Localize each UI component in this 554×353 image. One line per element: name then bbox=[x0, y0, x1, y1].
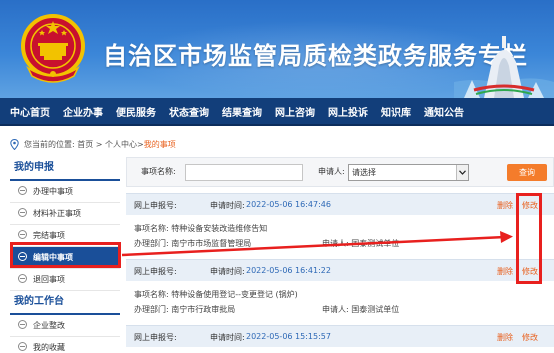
minus-circle-icon bbox=[18, 186, 27, 195]
query-button[interactable]: 查询 bbox=[507, 164, 547, 181]
minus-circle-icon bbox=[18, 252, 27, 261]
filter-bar: 事项名称: 申请人: 请选择 查询 bbox=[126, 157, 554, 187]
applicant-label: 申请人: bbox=[318, 167, 345, 176]
sidebar-item-label: 我的收藏 bbox=[33, 343, 65, 352]
declaration-number-label: 网上申报号: bbox=[134, 333, 177, 342]
nav-enterprise[interactable]: 企业办事 bbox=[63, 104, 103, 119]
edit-link[interactable]: 修改 bbox=[522, 266, 538, 277]
edit-link[interactable]: 修改 bbox=[522, 332, 538, 343]
breadcrumb-path: 您当前的位置: 首页 > 个人中心> bbox=[24, 139, 144, 149]
handling-department: 办理部门: 南宁市行政审批局 bbox=[134, 305, 236, 314]
nav-status-query[interactable]: 状态查询 bbox=[169, 104, 209, 119]
sidebar-item-returned[interactable]: 退回事项 bbox=[10, 269, 120, 291]
sidebar-item-label: 材料补正事项 bbox=[33, 209, 81, 218]
sidebar-item-completed[interactable]: 完结事项 bbox=[10, 225, 120, 247]
sidebar: 我的申报 办理中事项 材料补正事项 完结事项 编辑中事项 退回事项 我的工作台 … bbox=[10, 157, 120, 353]
delete-link[interactable]: 删除 bbox=[497, 266, 513, 277]
sidebar-item-label: 完结事项 bbox=[33, 231, 65, 240]
nav-announcements[interactable]: 通知公告 bbox=[424, 104, 464, 119]
sidebar-item-in-progress[interactable]: 办理中事项 bbox=[10, 181, 120, 203]
nav-online-complaint[interactable]: 网上投诉 bbox=[328, 104, 368, 119]
apply-time-label: 申请时间: bbox=[210, 201, 245, 210]
nav-online-consult[interactable]: 网上咨询 bbox=[275, 104, 315, 119]
sidebar-item-supplement[interactable]: 材料补正事项 bbox=[10, 203, 120, 225]
minus-circle-icon bbox=[18, 342, 27, 351]
applicant: 申请人: 国泰测试单位 bbox=[322, 239, 400, 248]
sidebar-item-favorites[interactable]: 我的收藏 bbox=[10, 337, 120, 353]
sidebar-item-editing[interactable]: 编辑中事项 bbox=[10, 247, 120, 269]
city-skyline-icon bbox=[454, 36, 554, 98]
item-name: 事项名称: 特种设备安装改造维修告知 bbox=[134, 224, 268, 233]
location-pin-icon bbox=[10, 138, 19, 150]
sidebar-item-label: 办理中事项 bbox=[33, 187, 73, 196]
sidebar-title-my-declarations: 我的申报 bbox=[10, 157, 120, 181]
record-body: 事项名称: 特种设备使用登记--变更登记 (锅炉) 办理部门: 南宁市行政审批局… bbox=[126, 281, 554, 325]
apply-time-value: 2022-05-06 16:47:46 bbox=[246, 200, 331, 209]
sidebar-item-label: 企业整改 bbox=[33, 321, 65, 330]
item-name-input[interactable] bbox=[185, 164, 303, 181]
sidebar-item-label: 退回事项 bbox=[33, 275, 65, 284]
national-emblem-icon bbox=[21, 14, 85, 83]
apply-time-label: 申请时间: bbox=[210, 267, 245, 276]
nav-public-services[interactable]: 便民服务 bbox=[116, 104, 156, 119]
delete-link[interactable]: 删除 bbox=[497, 332, 513, 343]
main-nav: 中心首页 企业办事 便民服务 状态查询 结果查询 网上咨询 网上投诉 知识库 通… bbox=[0, 98, 554, 126]
record-body: 事项名称: 特种设备安装改造维修告知 办理部门: 南宁市市场监督管理局 申请人:… bbox=[126, 215, 554, 259]
sidebar-title-workbench: 我的工作台 bbox=[10, 291, 120, 315]
applicant-select-value: 请选择 bbox=[352, 168, 376, 177]
minus-circle-icon bbox=[18, 274, 27, 283]
item-name-label: 事项名称: bbox=[141, 167, 176, 176]
breadcrumb: 您当前的位置: 首页 > 个人中心> 我的事项 bbox=[10, 137, 176, 151]
declaration-number-label: 网上申报号: bbox=[134, 267, 177, 276]
record-card: 网上申报号: 申请时间: 2022-05-06 16:47:46 删除 修改 事… bbox=[126, 193, 554, 259]
record-header: 网上申报号: 申请时间: 2022-05-06 15:15:57 删除 修改 bbox=[126, 325, 554, 347]
minus-circle-icon bbox=[18, 320, 27, 329]
sidebar-item-label: 编辑中事项 bbox=[33, 253, 73, 262]
main-content: 事项名称: 申请人: 请选择 查询 网上申报号: 申请时间: 2022-05-0… bbox=[126, 157, 554, 353]
record-header: 网上申报号: 申请时间: 2022-05-06 16:41:22 删除 修改 bbox=[126, 259, 554, 281]
record-card: 网上申报号: 申请时间: 2022-05-06 15:15:57 删除 修改 bbox=[126, 325, 554, 347]
applicant-select[interactable]: 请选择 bbox=[348, 164, 469, 181]
nav-knowledge-base[interactable]: 知识库 bbox=[381, 104, 411, 119]
header-banner: 自治区市场监管局质检类政务服务专栏 bbox=[0, 0, 554, 98]
edit-link[interactable]: 修改 bbox=[522, 200, 538, 211]
declaration-number-label: 网上申报号: bbox=[134, 201, 177, 210]
apply-time-value: 2022-05-06 16:41:22 bbox=[246, 266, 331, 275]
nav-result-query[interactable]: 结果查询 bbox=[222, 104, 262, 119]
applicant: 申请人: 国泰测试单位 bbox=[322, 305, 400, 314]
delete-link[interactable]: 删除 bbox=[497, 200, 513, 211]
nav-home[interactable]: 中心首页 bbox=[10, 104, 50, 119]
apply-time-value: 2022-05-06 15:15:57 bbox=[246, 332, 331, 341]
minus-circle-icon bbox=[18, 208, 27, 217]
item-name: 事项名称: 特种设备使用登记--变更登记 (锅炉) bbox=[134, 290, 298, 299]
handling-department: 办理部门: 南宁市市场监督管理局 bbox=[134, 239, 252, 248]
chevron-down-icon bbox=[456, 165, 468, 180]
sidebar-item-rectification[interactable]: 企业整改 bbox=[10, 315, 120, 337]
apply-time-label: 申请时间: bbox=[210, 333, 245, 342]
record-header: 网上申报号: 申请时间: 2022-05-06 16:47:46 删除 修改 bbox=[126, 193, 554, 215]
minus-circle-icon bbox=[18, 230, 27, 239]
record-card: 网上申报号: 申请时间: 2022-05-06 16:41:22 删除 修改 事… bbox=[126, 259, 554, 325]
breadcrumb-current[interactable]: 我的事项 bbox=[144, 139, 176, 150]
